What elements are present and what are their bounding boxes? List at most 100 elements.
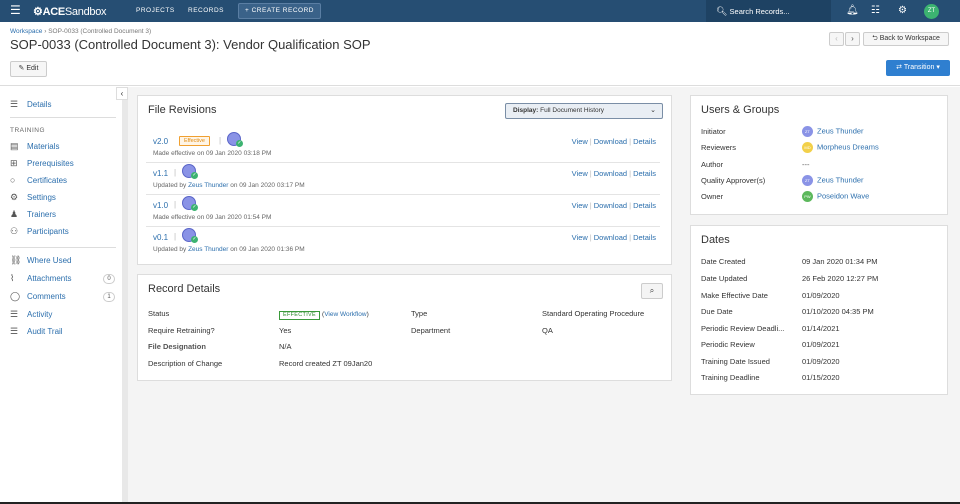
tasks-icon[interactable]: ☷ (871, 5, 880, 16)
search-records-input[interactable]: 🔍︎ Search Records... (706, 0, 831, 22)
department-value: QA (542, 326, 553, 335)
date-updated-label: Date Updated (701, 274, 748, 283)
sidebar-item-label: Where Used (27, 256, 72, 265)
previous-record-button[interactable]: ‹ (829, 32, 844, 46)
left-sidebar: ☰ Details TRAINING ▤ Materials ⊞ Prerequisi… (0, 87, 122, 504)
back-to-workspace-button[interactable]: ⮌ Back to Workspace (863, 32, 949, 46)
create-record-button[interactable]: + CREATE RECORD (238, 3, 321, 19)
revision-version-link[interactable]: v1.1 (153, 169, 168, 178)
nav-records[interactable]: RECORDS (188, 7, 224, 14)
user-link[interactable]: Zeus Thunder (188, 246, 228, 253)
sidebar-item-label: Trainers (27, 210, 57, 219)
nav-projects[interactable]: PROJECTS (136, 7, 175, 14)
description-label: Description of Change (148, 359, 223, 368)
revision-version-link[interactable]: v1.0 (153, 201, 168, 210)
collapse-sidebar-button[interactable]: ‹ (116, 87, 128, 100)
download-link[interactable]: Download (594, 169, 627, 178)
periodic-review-label: Periodic Review (701, 340, 755, 349)
link-icon: ⛓ (10, 255, 22, 265)
revision-note: Updated by Zeus Thunder on 09 Jan 2020 0… (153, 246, 305, 253)
sidebar-item-materials[interactable]: ▤ Materials (10, 141, 59, 152)
revision-actions: View | Download | Details (572, 201, 656, 210)
view-link[interactable]: View (572, 233, 588, 242)
check-icon: ✓ (236, 140, 243, 147)
sidebar-item-where-used[interactable]: ⛓ Where Used (10, 255, 71, 266)
divider: | (174, 200, 177, 209)
record-search-button[interactable]: ⌕ (641, 283, 663, 299)
revision-actions: View | Download | Details (572, 169, 656, 178)
sidebar-item-participants[interactable]: ⚇ Participants (10, 226, 69, 237)
separator: | (629, 233, 632, 242)
view-link[interactable]: View (572, 137, 588, 146)
revision-note: Made effective on 09 Jan 2020 03:18 PM (153, 150, 272, 157)
sidebar-item-attachments[interactable]: ⌇ Attachments (10, 273, 71, 284)
view-link[interactable]: View (572, 169, 588, 178)
initiator-value: ZT Zeus Thunder (802, 126, 864, 137)
revision-actions: View | Download | Details (572, 137, 656, 146)
logo-sub: Sandbox (64, 6, 107, 18)
edit-button[interactable]: ✎ Edit (10, 61, 47, 77)
approver-link[interactable]: Zeus Thunder (817, 175, 864, 184)
view-workflow-link[interactable]: View Workflow (324, 311, 366, 318)
status-label: Status (148, 309, 170, 318)
sidebar-item-trainers[interactable]: ♟ Trainers (10, 209, 56, 220)
file-revisions-title: File Revisions (148, 104, 217, 116)
separator: | (589, 233, 592, 242)
sidebar-item-prerequisites[interactable]: ⊞ Prerequisites (10, 158, 74, 169)
periodic-review-value: 01/09/2021 (802, 340, 840, 349)
sidebar-divider (10, 247, 116, 248)
display-value: Full Document History (540, 107, 605, 114)
bell-icon[interactable]: 🔔︎ (846, 5, 859, 16)
file-designation-value: N/A (279, 342, 292, 351)
users-icon: ⚇ (10, 226, 19, 236)
users-groups-title: Users & Groups (701, 104, 780, 116)
sidebar-item-label: Audit Trail (27, 327, 63, 336)
check-icon: ✓ (191, 204, 198, 211)
display-history-select[interactable]: Display: Full Document History ⌄ (505, 103, 663, 119)
user-link[interactable]: Zeus Thunder (188, 182, 228, 189)
due-date-value: 01/10/2020 04:35 PM (802, 307, 874, 316)
file-revisions-card: File Revisions Display: Full Document Hi… (137, 95, 672, 265)
settings-gear-icon[interactable]: ⚙ (898, 5, 907, 16)
breadcrumb-workspace-link[interactable]: Workspace (10, 28, 42, 35)
sidebar-item-comments[interactable]: ◯ Comments (10, 291, 66, 302)
divider: | (174, 232, 177, 241)
initiator-link[interactable]: Zeus Thunder (817, 126, 864, 135)
note-prefix: Updated by (153, 246, 189, 253)
details-link[interactable]: Details (633, 137, 656, 146)
download-link[interactable]: Download (594, 201, 627, 210)
sidebar-item-audit-trail[interactable]: ☰ Audit Trail (10, 326, 63, 337)
record-details-card: Record Details ⌕ Status EFFECTIVE (View … (137, 274, 672, 381)
hierarchy-icon: ⊞ (10, 158, 18, 168)
reviewers-value: MD Morpheus Dreams (802, 142, 879, 153)
details-link[interactable]: Details (633, 201, 656, 210)
details-link[interactable]: Details (633, 233, 656, 242)
training-date-issued-value: 01/09/2020 (802, 357, 840, 366)
record-header: Workspace › SOP-0033 (Controlled Documen… (0, 22, 960, 86)
reviewer-link[interactable]: Morpheus Dreams (817, 142, 879, 151)
details-link[interactable]: Details (633, 169, 656, 178)
view-link[interactable]: View (572, 201, 588, 210)
trainer-icon: ♟ (10, 209, 19, 219)
require-retraining-value: Yes (279, 326, 292, 335)
transition-button[interactable]: ⇄ Transition ▾ (886, 60, 950, 76)
download-link[interactable]: Download (594, 233, 627, 242)
user-avatar[interactable]: ZT (924, 4, 939, 19)
owner-link[interactable]: Poseidon Wave (817, 191, 869, 200)
sidebar-item-settings[interactable]: ⚙ Settings (10, 192, 56, 203)
author-label: Author (701, 160, 724, 169)
revision-version-link[interactable]: v0.1 (153, 233, 168, 242)
app-logo[interactable]: ⚙ACESandbox (33, 5, 107, 18)
sidebar-item-details[interactable]: ☰ Details (10, 99, 51, 110)
divider: | (219, 136, 222, 145)
download-link[interactable]: Download (594, 137, 627, 146)
sidebar-item-certificates[interactable]: ○ Certificates (10, 175, 67, 185)
record-details-title: Record Details (148, 283, 221, 295)
gears-icon: ⚙ (10, 192, 19, 202)
sidebar-item-activity[interactable]: ☰ Activity (10, 309, 52, 320)
type-value: Standard Operating Procedure (542, 309, 645, 318)
owner-avatar: PW (802, 191, 813, 202)
menu-icon[interactable]: ☰ (10, 4, 21, 17)
next-record-button[interactable]: › (845, 32, 860, 46)
revision-version-link[interactable]: v2.0 (153, 137, 168, 146)
